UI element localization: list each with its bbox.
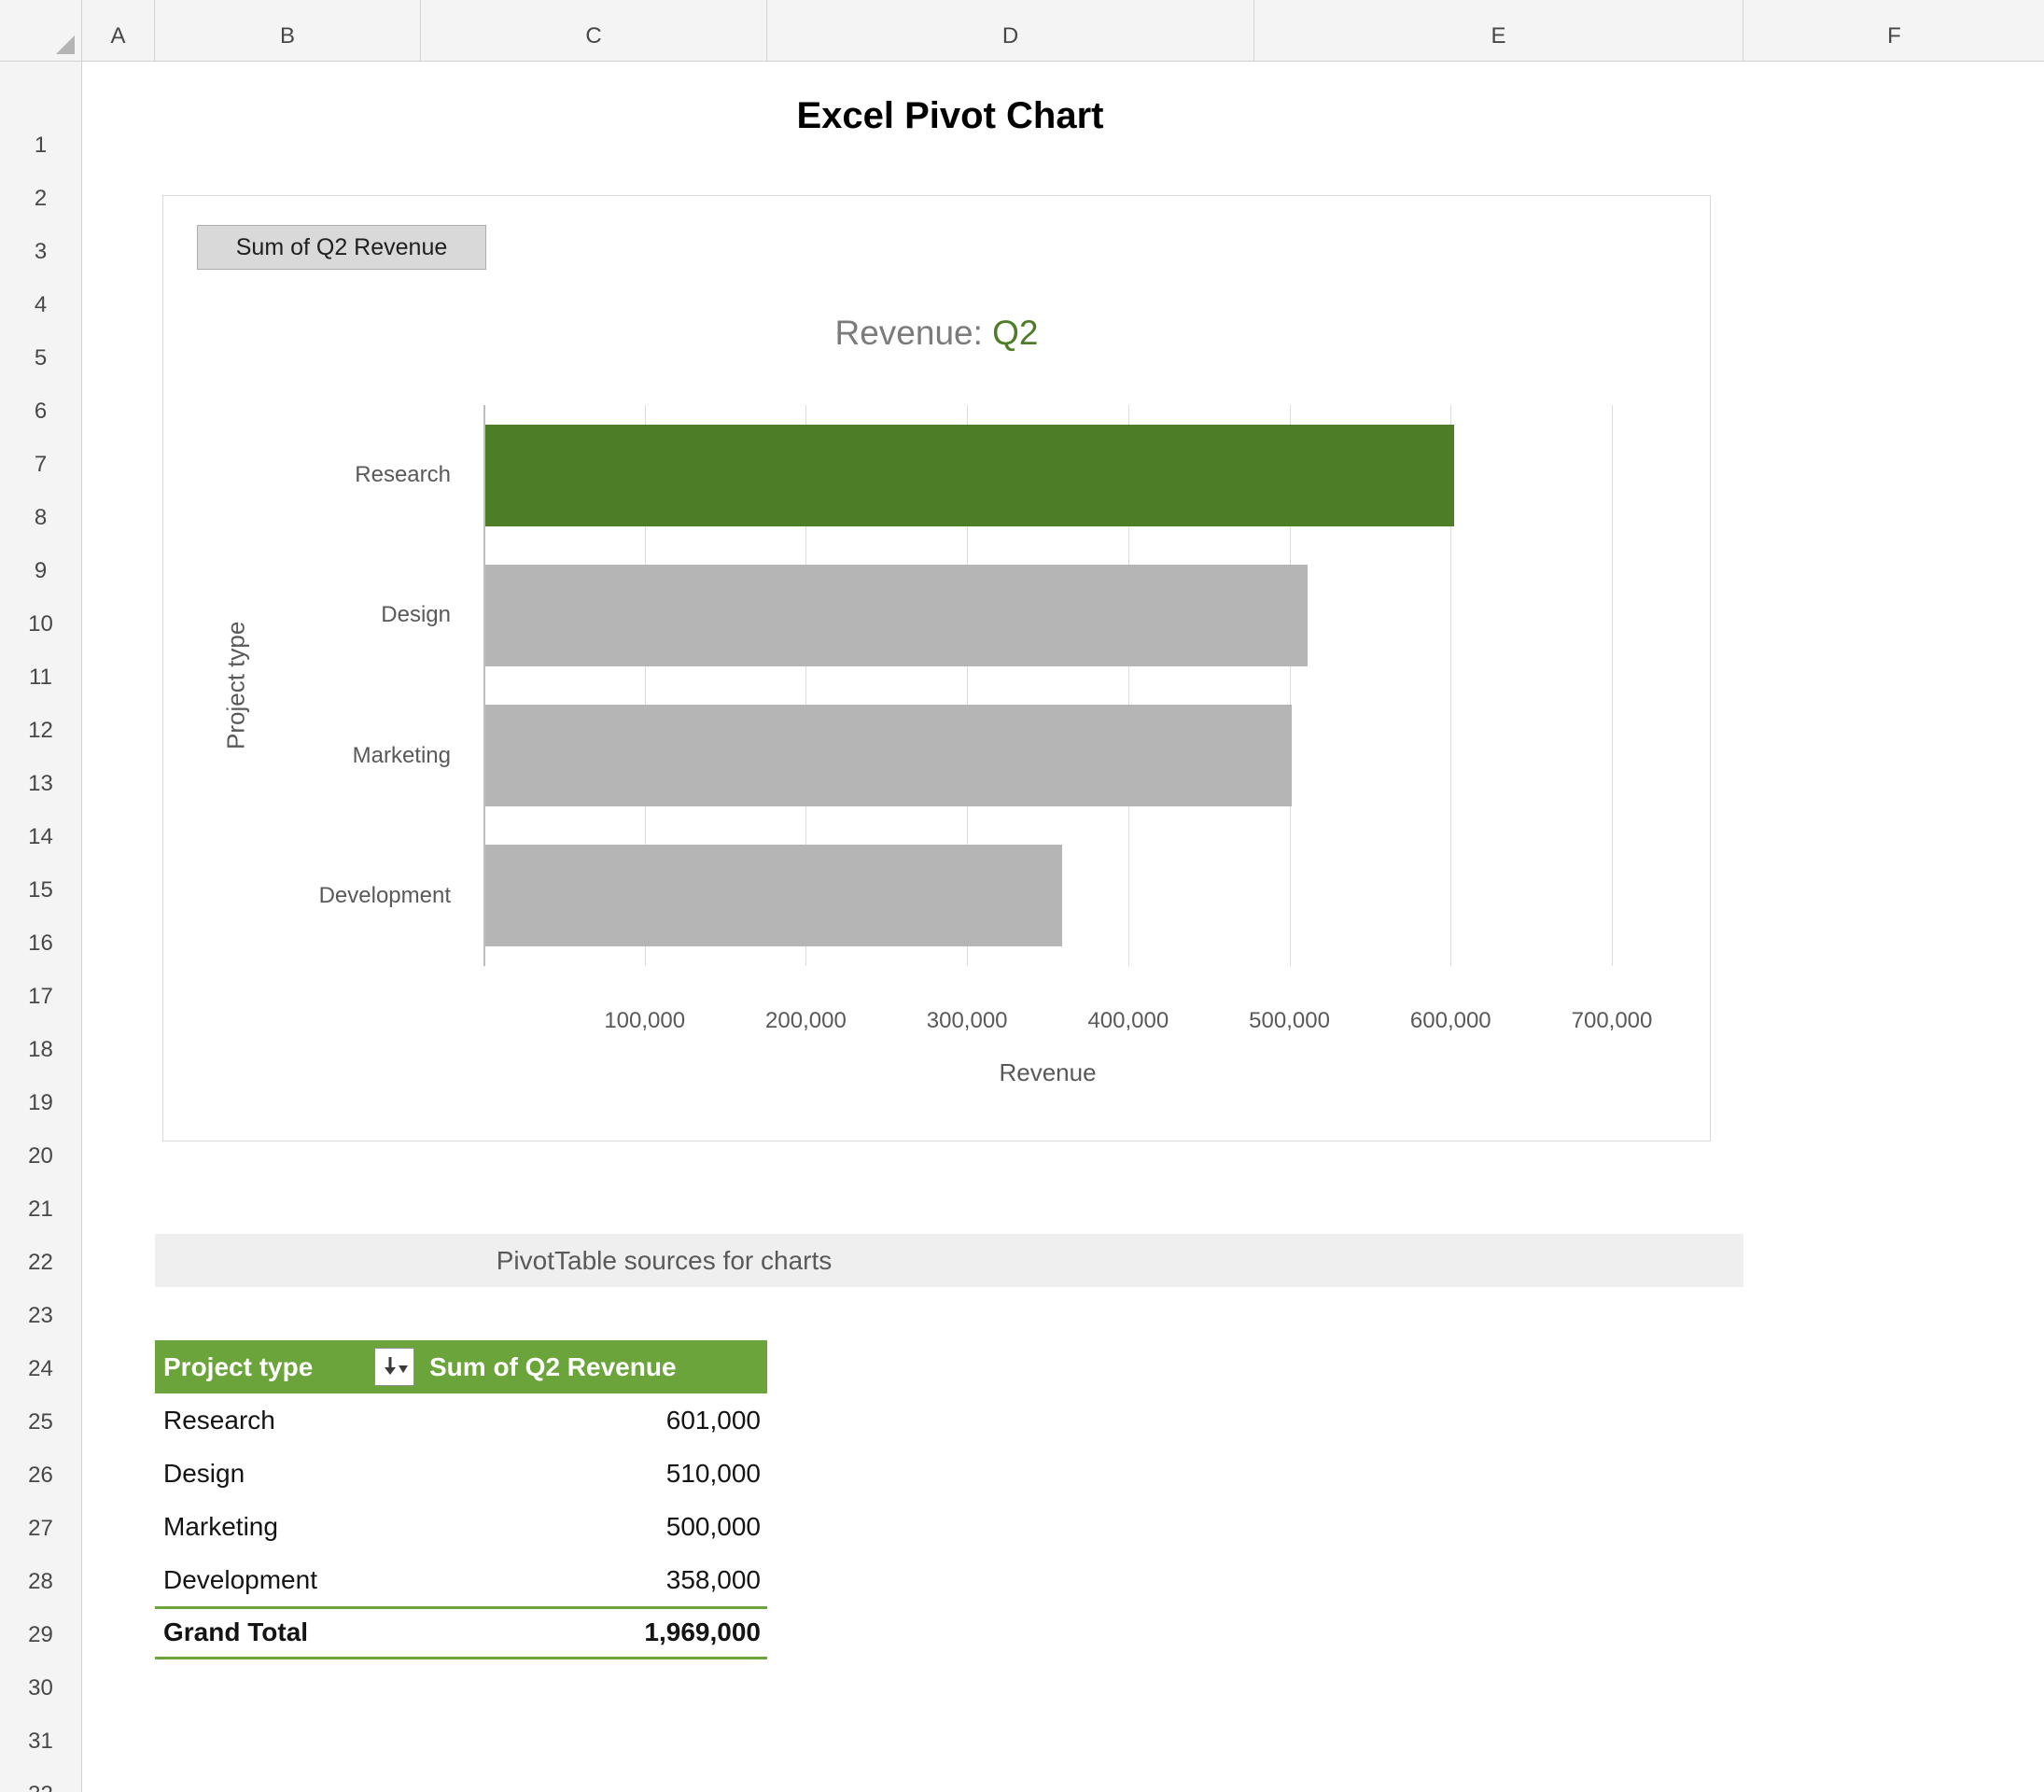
row-header-18[interactable]: 18 [0,1021,81,1074]
row-header-23[interactable]: 23 [0,1287,81,1340]
row-header-6[interactable]: 6 [0,383,81,436]
bar-development[interactable] [485,845,1063,947]
pivot-row-value[interactable]: 1,969,000 [421,1609,767,1657]
banner-text: PivotTable sources for charts [496,1246,833,1275]
pivot-table-body: Research 601,000 Design 510,000 Marketing 500… [155,1393,767,1659]
x-tick-200000: 200,000 [765,1008,847,1033]
row-header-1[interactable]: 1 [0,62,81,170]
x-tick-600000: 600,000 [1409,1008,1491,1033]
row-header-28[interactable]: 28 [0,1553,81,1606]
select-all-corner[interactable] [0,0,82,62]
x-axis-title: Revenue [999,1058,1097,1086]
row-header-21[interactable]: 21 [0,1181,81,1234]
pivot-row-value[interactable]: 510,000 [421,1447,767,1500]
row-header-14[interactable]: 14 [0,808,81,861]
x-tick-500000: 500,000 [1249,1008,1330,1033]
category-label-marketing: Marketing [352,742,451,768]
row-header-4[interactable]: 4 [0,276,81,329]
x-tick-400000: 400,000 [1087,1008,1169,1033]
bar-research[interactable] [485,424,1454,526]
chart-title: Revenue: Q2 [163,314,1710,353]
row-header-16[interactable]: 16 [0,915,81,968]
pivot-row-label[interactable]: Research [155,1393,421,1447]
row-header-column: 1 2 3 4 5 6 7 8 9 10 11 12 13 14 15 16 17 18 19 20 21 22 23 24 2… [0,62,82,1792]
column-header-a[interactable]: A [82,0,155,61]
row-header-11[interactable]: 11 [0,649,81,702]
row-header-31[interactable]: 31 [0,1713,81,1766]
category-label-design: Design [381,602,451,628]
chart-title-highlight: Q2 [992,314,1039,352]
row-header-22[interactable]: 22 [0,1234,81,1287]
gridline-700000 [1612,405,1613,966]
pivot-row-label[interactable]: Design [155,1447,421,1500]
row-header-13[interactable]: 13 [0,755,81,808]
row-header-19[interactable]: 19 [0,1074,81,1127]
pivot-row-research: Research 601,000 [155,1393,767,1447]
pivot-sources-banner[interactable]: PivotTable sources for charts [155,1234,1743,1287]
category-label-development: Development [318,882,451,908]
x-tick-700000: 700,000 [1571,1008,1653,1033]
column-header-f[interactable]: F [1743,0,2044,61]
pivot-table-header: Project type Sum of Q2 Revenue [155,1340,767,1393]
row-header-9[interactable]: 9 [0,542,81,595]
row-header-8[interactable]: 8 [0,489,81,542]
sort-descending-icon [384,1356,408,1375]
row-header-15[interactable]: 15 [0,861,81,915]
pivot-row-label[interactable]: Marketing [155,1500,421,1553]
pivot-row-label[interactable]: Grand Total [155,1609,421,1657]
column-header-row: ABCDEF [0,0,2044,62]
bar-design[interactable] [485,564,1308,666]
row-header-30[interactable]: 30 [0,1659,81,1713]
pivot-row-label[interactable]: Development [155,1553,421,1606]
bar-marketing[interactable] [485,705,1292,807]
pivot-chart[interactable]: Sum of Q2 Revenue Revenue: Q2 Project ty… [162,195,1711,1141]
pivot-row-design: Design 510,000 [155,1447,767,1500]
row-header-17[interactable]: 17 [0,968,81,1021]
pivot-field-button[interactable]: Sum of Q2 Revenue [197,225,486,270]
row-header-29[interactable]: 29 [0,1606,81,1659]
column-header-d[interactable]: D [767,0,1254,61]
pivot-row-development: Development 358,000 [155,1553,767,1606]
column-header-b[interactable]: B [155,0,421,61]
category-axis-line [483,405,485,966]
x-tick-300000: 300,000 [926,1008,1008,1033]
row-header-20[interactable]: 20 [0,1127,81,1181]
pivot-row-value[interactable]: 601,000 [421,1393,767,1447]
row-header-5[interactable]: 5 [0,329,81,383]
row-header-26[interactable]: 26 [0,1447,81,1500]
pivot-table: Project type Sum of Q2 Revenue Research 6… [155,1340,767,1659]
plot-area: Project type Revenue 100,000 200,000 300,0… [222,405,1652,1086]
pivot-row-value[interactable]: 358,000 [421,1553,767,1606]
chart-title-prefix: Revenue: [834,314,993,352]
row-header-7[interactable]: 7 [0,436,81,489]
pivot-row-grand-total: Grand Total 1,969,000 [155,1606,767,1659]
row-header-10[interactable]: 10 [0,595,81,649]
sort-filter-button[interactable] [374,1348,414,1386]
row-header-32[interactable]: 32 [0,1766,81,1792]
column-header-c[interactable]: C [421,0,767,61]
pivot-header-sum-q2-revenue[interactable]: Sum of Q2 Revenue [421,1340,767,1393]
row-header-12[interactable]: 12 [0,702,81,755]
column-header-e[interactable]: E [1254,0,1743,61]
row-header-3[interactable]: 3 [0,223,81,276]
row-header-2[interactable]: 2 [0,170,81,223]
pivot-row-value[interactable]: 500,000 [421,1500,767,1553]
row-header-27[interactable]: 27 [0,1500,81,1553]
category-label-research: Research [355,462,451,488]
sheet-title: Excel Pivot Chart [796,94,1104,136]
spreadsheet: ABCDEF 1 2 3 4 5 6 7 8 9 10 11 12 13 14 15 16 17 18 19 20 21… [0,0,2044,1792]
row-header-24[interactable]: 24 [0,1340,81,1393]
row-header-25[interactable]: 25 [0,1393,81,1447]
x-tick-100000: 100,000 [604,1008,686,1033]
pivot-row-marketing: Marketing 500,000 [155,1500,767,1553]
